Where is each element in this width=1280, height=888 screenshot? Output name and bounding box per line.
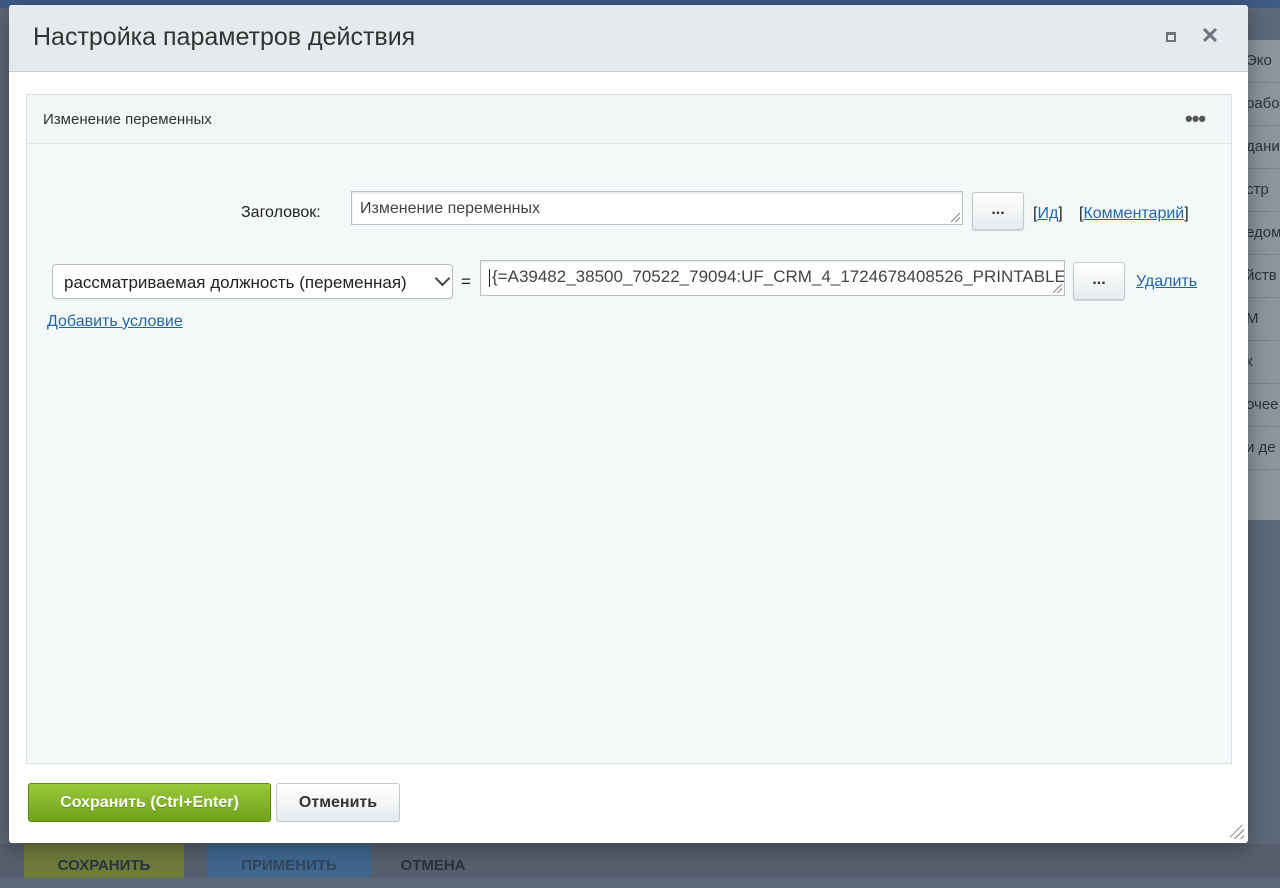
title-field[interactable]: Изменение переменных bbox=[351, 191, 963, 225]
title-field-value: Изменение переменных bbox=[360, 200, 541, 217]
panel-header: Изменение переменных ••• bbox=[27, 95, 1231, 144]
maximize-icon[interactable] bbox=[1166, 32, 1176, 42]
cancel-button[interactable]: Отменить bbox=[276, 783, 400, 822]
dialog-resize-icon[interactable] bbox=[1230, 825, 1244, 839]
activity-panel: Изменение переменных ••• Заголовок: Изме… bbox=[26, 94, 1232, 764]
action-settings-dialog: Настройка параметров действия ✕ Изменени… bbox=[9, 5, 1248, 843]
dialog-title: Настройка параметров действия bbox=[33, 23, 416, 51]
panel-title: Изменение переменных bbox=[43, 111, 212, 128]
value-insert-button[interactable]: ... bbox=[1073, 262, 1125, 300]
background-cancel-button: ОТМЕНА bbox=[400, 857, 466, 874]
add-condition-link[interactable]: Добавить условие bbox=[47, 313, 183, 331]
id-link[interactable]: Ид bbox=[1037, 205, 1058, 222]
variable-select[interactable]: рассматриваемая должность (переменная) bbox=[52, 264, 453, 299]
more-options-icon[interactable]: ••• bbox=[1185, 106, 1206, 132]
bracket: ] bbox=[1184, 205, 1189, 222]
delete-link[interactable]: Удалить bbox=[1136, 273, 1197, 291]
equals-sign: = bbox=[461, 272, 471, 291]
dialog-header: Настройка параметров действия ✕ bbox=[9, 5, 1248, 72]
comment-link-wrapper: [Комментарий] bbox=[1079, 205, 1189, 223]
background-apply-button: ПРИМЕНИТЬ bbox=[207, 844, 371, 878]
close-icon[interactable]: ✕ bbox=[1199, 25, 1221, 47]
variable-value-text: {=A39482_38500_70522_79094:UF_CRM_4_1724… bbox=[492, 267, 1065, 286]
resize-grip-icon[interactable] bbox=[951, 213, 960, 222]
variable-value-field[interactable]: {=A39482_38500_70522_79094:UF_CRM_4_1724… bbox=[480, 260, 1065, 296]
text-cursor bbox=[489, 268, 490, 287]
resize-grip-icon[interactable] bbox=[1053, 284, 1062, 293]
bracket: ] bbox=[1058, 205, 1063, 222]
save-button[interactable]: Сохранить (Ctrl+Enter) bbox=[28, 783, 271, 822]
background-save-button: СОХРАНИТЬ bbox=[24, 844, 184, 878]
title-label: Заголовок: bbox=[241, 204, 321, 221]
background-bottom-bar bbox=[0, 844, 1280, 878]
id-link-wrapper: [Ид] bbox=[1033, 205, 1063, 223]
comment-link[interactable]: Комментарий bbox=[1083, 205, 1184, 222]
title-insert-button[interactable]: ... bbox=[972, 192, 1024, 230]
